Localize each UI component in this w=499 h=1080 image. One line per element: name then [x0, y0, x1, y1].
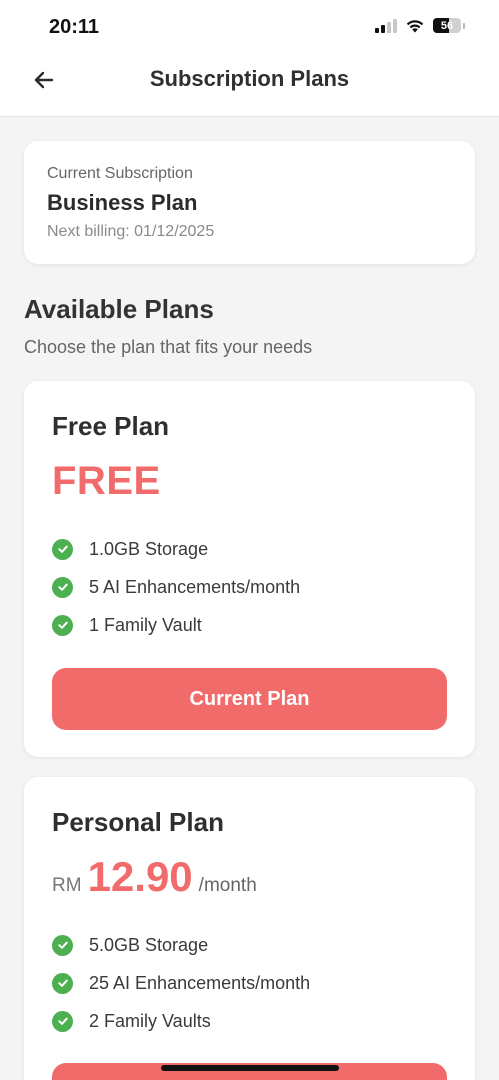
status-time: 20:11	[49, 16, 100, 38]
status-icons: 56	[375, 18, 465, 33]
plan-name: Personal Plan	[52, 807, 224, 837]
plan-price: RM 12.90 /month	[52, 853, 257, 901]
check-circle-icon	[52, 538, 73, 560]
feature-text: 5.0GB Storage	[89, 934, 209, 955]
feature-text: 1 Family Vault	[89, 614, 202, 635]
check-circle-icon	[52, 972, 73, 994]
battery-level: 56	[440, 19, 454, 32]
screen: 20:11 56 Subscription Plans Current Subs…	[0, 0, 499, 1080]
feature-text: 5 AI Enhancements/month	[89, 576, 301, 597]
feature-item: 5 AI Enhancements/month	[52, 568, 300, 606]
feature-item: 25 AI Enhancements/month	[52, 964, 310, 1002]
price-currency: RM	[52, 875, 82, 896]
app-header: Subscription Plans	[0, 56, 499, 117]
current-subscription-label: Current Subscription	[47, 165, 193, 182]
status-bar: 20:11 56	[0, 0, 499, 56]
signal-icon	[375, 18, 397, 33]
check-circle-icon	[52, 614, 73, 636]
current-plan-name: Business Plan	[47, 190, 198, 215]
feature-item: 5.0GB Storage	[52, 926, 310, 964]
feature-item: 1 Family Vault	[52, 606, 300, 644]
check-circle-icon	[52, 1010, 73, 1032]
page-title: Subscription Plans	[149, 66, 350, 91]
plan-price: FREE	[52, 459, 161, 503]
battery-icon: 56	[433, 18, 461, 33]
home-indicator	[161, 1065, 339, 1071]
feature-item: 1.0GB Storage	[52, 530, 300, 568]
next-billing-date: Next billing: 01/12/2025	[47, 223, 215, 240]
current-plan-button[interactable]: Current Plan	[52, 668, 447, 730]
available-plans-title: Available Plans	[24, 294, 214, 324]
feature-text: 25 AI Enhancements/month	[89, 972, 311, 993]
available-plans-subtitle: Choose the plan that fits your needs	[24, 337, 313, 357]
feature-text: 1.0GB Storage	[89, 538, 209, 559]
check-circle-icon	[52, 576, 73, 598]
feature-text: 2 Family Vaults	[89, 1010, 211, 1031]
plan-card-free: Free Plan FREE 1.0GB Storage 5 AI Enhanc…	[24, 381, 475, 757]
feature-list: 1.0GB Storage 5 AI Enhancements/month 1 …	[52, 530, 300, 644]
feature-list: 5.0GB Storage 25 AI Enhancements/month 2…	[52, 926, 310, 1040]
price-amount: 12.90	[87, 853, 193, 900]
plan-name: Free Plan	[52, 411, 170, 441]
feature-item: 2 Family Vaults	[52, 1002, 310, 1040]
check-circle-icon	[52, 934, 73, 956]
battery-cap	[463, 22, 465, 29]
wifi-icon	[406, 20, 424, 33]
plan-card-personal: Personal Plan RM 12.90 /month 5.0GB Stor…	[24, 777, 475, 1080]
price-period: /month	[198, 875, 257, 896]
current-subscription-card: Current Subscription Business Plan Next …	[24, 141, 475, 264]
